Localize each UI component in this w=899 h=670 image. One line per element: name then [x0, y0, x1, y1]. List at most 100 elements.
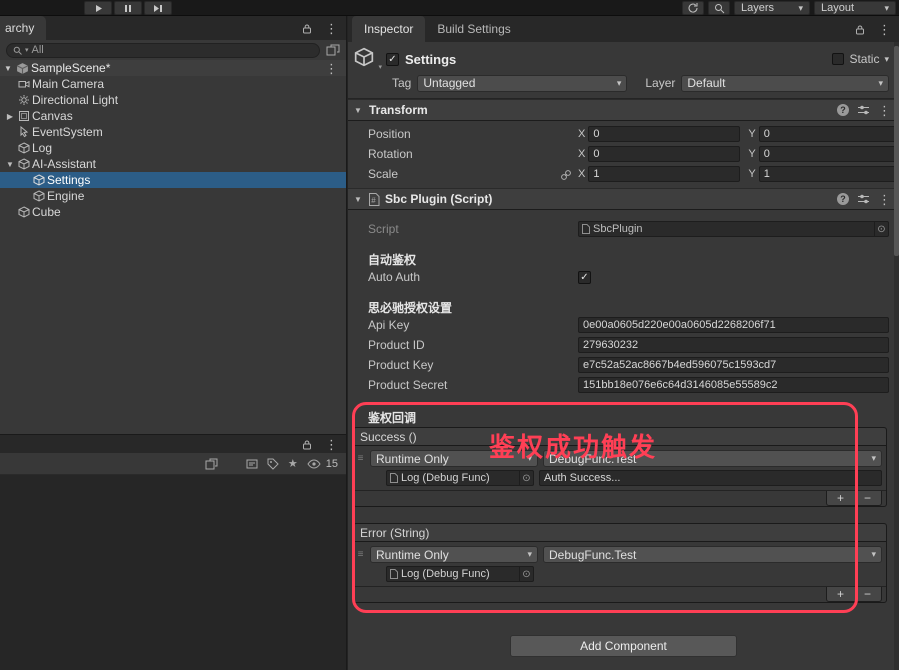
tree-item-log[interactable]: Log — [0, 140, 346, 156]
sbc-plugin-header[interactable]: ▼ # Sbc Plugin (Script) ? ⋮ — [348, 188, 899, 210]
add-component-button[interactable]: Add Component — [510, 635, 737, 657]
transform-body: Position X Y Z Rotation X Y Z Scale X Y — [348, 121, 899, 188]
kebab-menu-icon[interactable]: ⋮ — [878, 23, 891, 36]
kebab-menu-icon[interactable]: ⋮ — [325, 62, 338, 75]
layout-dropdown[interactable]: Layout ▾ — [814, 1, 896, 15]
search-scope-caret-icon[interactable]: ▾ — [25, 47, 29, 54]
error-event-title: Error (String) — [360, 526, 429, 540]
tree-item-ai-assistant[interactable]: ▼ AI-Assistant — [0, 156, 346, 172]
foldout-open-icon[interactable]: ▼ — [352, 195, 364, 204]
eye-icon[interactable] — [307, 459, 321, 469]
remove-event-button[interactable]: − — [864, 588, 871, 600]
tree-item-engine[interactable]: Engine — [0, 188, 346, 204]
help-icon[interactable]: ? — [837, 193, 849, 205]
tree-item-label: Engine — [47, 189, 84, 203]
kebab-menu-icon[interactable]: ⋮ — [325, 22, 338, 35]
tree-item-canvas[interactable]: ▶ Canvas — [0, 108, 346, 124]
lock-icon[interactable] — [302, 23, 312, 34]
tab-build-settings[interactable]: Build Settings — [425, 16, 522, 42]
layer-dropdown[interactable]: Default ▾ — [681, 75, 889, 92]
error-function-dropdown[interactable]: DebugFunc.Test ▾ — [543, 546, 882, 563]
scrollbar-thumb[interactable] — [894, 46, 899, 256]
success-mode-dropdown[interactable]: Runtime Only ▾ — [370, 450, 538, 467]
favorite-star-icon[interactable]: ★ — [288, 457, 298, 470]
rotation-y-field[interactable] — [759, 146, 899, 162]
help-icon[interactable]: ? — [837, 104, 849, 116]
kebab-menu-icon[interactable]: ⋮ — [325, 438, 338, 451]
remove-event-button[interactable]: − — [864, 492, 871, 504]
popout-icon[interactable] — [205, 458, 218, 470]
foldout-open-icon[interactable]: ▼ — [4, 160, 16, 169]
auto-auth-section-header: 自动鉴权 — [348, 251, 899, 267]
position-y-field[interactable] — [759, 126, 899, 142]
api-key-field[interactable] — [578, 317, 889, 333]
add-event-button[interactable]: + — [837, 492, 844, 504]
active-checkbox[interactable]: ✓ — [386, 53, 399, 66]
step-button[interactable] — [144, 1, 172, 15]
tab-inspector[interactable]: Inspector — [352, 16, 425, 42]
scene-row[interactable]: ▼ SampleScene* ⋮ — [0, 60, 346, 76]
tree-item-settings[interactable]: Settings — [0, 172, 346, 188]
api-key-label: Api Key — [368, 318, 578, 332]
scale-y-field[interactable] — [759, 166, 899, 182]
visibility-count: 15 — [326, 458, 338, 470]
tab-hierarchy[interactable]: archy — [0, 16, 46, 40]
error-function-value: DebugFunc.Test — [549, 548, 867, 562]
script-object-field[interactable]: SbcPlugin ⊙ — [578, 221, 889, 237]
lock-icon[interactable] — [302, 439, 312, 450]
pick-icon[interactable] — [326, 44, 340, 56]
static-checkbox[interactable] — [832, 53, 844, 65]
label-icon[interactable] — [267, 458, 279, 470]
foldout-open-icon[interactable]: ▼ — [2, 64, 14, 73]
tree-item-directional-light[interactable]: Directional Light — [0, 92, 346, 108]
inspector-scrollbar[interactable] — [894, 42, 899, 670]
kebab-menu-icon[interactable]: ⋮ — [878, 104, 891, 117]
lock-icon[interactable] — [855, 24, 865, 35]
tree-item-cube[interactable]: Cube — [0, 204, 346, 220]
console-icon[interactable] — [246, 458, 258, 470]
scale-x-field[interactable] — [588, 166, 740, 182]
position-row: Position X Y Z — [348, 124, 899, 144]
auto-auth-checkbox[interactable]: ✓ — [578, 271, 591, 284]
error-target-object-field[interactable]: Log (Debug Func) ⊙ — [386, 566, 534, 582]
play-button[interactable] — [84, 1, 112, 15]
foldout-open-icon[interactable]: ▼ — [352, 106, 364, 115]
add-event-button[interactable]: + — [837, 588, 844, 600]
object-picker-icon[interactable]: ⊙ — [519, 567, 533, 581]
success-target-object-field[interactable]: Log (Debug Func) ⊙ — [386, 470, 534, 486]
object-picker-icon[interactable]: ⊙ — [519, 471, 533, 485]
product-id-field[interactable] — [578, 337, 889, 353]
tag-dropdown[interactable]: Untagged ▾ — [417, 75, 627, 92]
error-mode-dropdown[interactable]: Runtime Only ▾ — [370, 546, 538, 563]
product-secret-field[interactable] — [578, 377, 889, 393]
hierarchy-search-input[interactable]: ▾ All — [6, 43, 320, 58]
transform-header[interactable]: ▼ Transform ? ⋮ — [348, 99, 899, 121]
drag-handle-icon[interactable]: ≡ — [356, 453, 365, 464]
product-key-field[interactable] — [578, 357, 889, 373]
gameobject-icon-button[interactable]: ▾ — [354, 47, 380, 71]
tag-label: Tag — [392, 76, 411, 90]
product-key-row: Product Key — [348, 355, 899, 375]
refresh-button[interactable] — [682, 1, 704, 15]
success-function-dropdown[interactable]: DebugFunc.Test ▾ — [543, 450, 882, 467]
static-toggle[interactable]: Static ▾ — [832, 52, 889, 66]
search-button[interactable] — [708, 1, 730, 15]
presets-icon[interactable] — [857, 193, 870, 205]
drag-handle-icon[interactable]: ≡ — [356, 549, 365, 560]
layers-dropdown[interactable]: Layers ▾ — [734, 1, 810, 15]
scale-link-icon[interactable] — [560, 169, 572, 181]
tree-item-main-camera[interactable]: Main Camera — [0, 76, 346, 92]
success-argument-field[interactable] — [539, 470, 882, 486]
presets-icon[interactable] — [857, 104, 870, 116]
position-x-field[interactable] — [588, 126, 740, 142]
search-icon — [714, 3, 725, 14]
kebab-menu-icon[interactable]: ⋮ — [878, 193, 891, 206]
chevron-down-icon[interactable]: ▾ — [884, 55, 889, 64]
pause-button[interactable] — [114, 1, 142, 15]
rotation-x-field[interactable] — [588, 146, 740, 162]
tree-item-eventsystem[interactable]: EventSystem — [0, 124, 346, 140]
refresh-icon — [687, 2, 699, 14]
object-picker-icon[interactable]: ⊙ — [874, 222, 888, 236]
foldout-closed-icon[interactable]: ▶ — [4, 112, 16, 121]
eventsystem-icon — [18, 126, 30, 138]
